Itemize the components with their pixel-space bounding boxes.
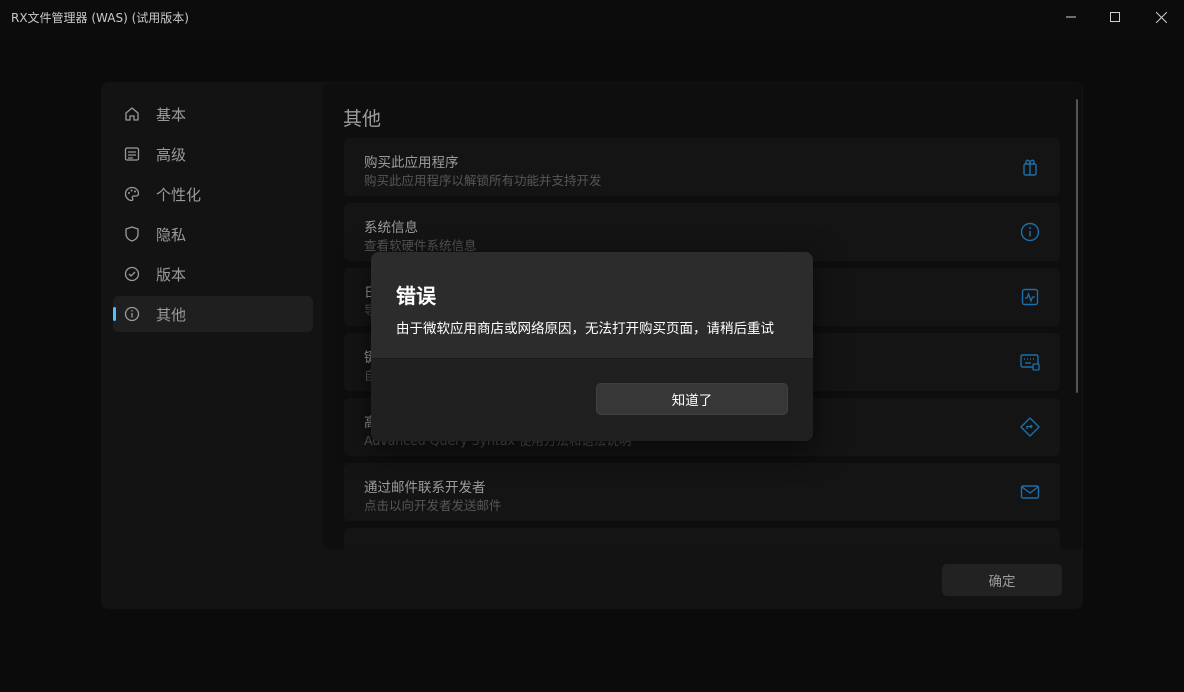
error-dialog: 错误 由于微软应用商店或网络原因，无法打开购买页面，请稍后重试 知道了 <box>371 252 813 441</box>
nav-item-basic[interactable]: 基本 <box>113 96 313 132</box>
maximize-button[interactable] <box>1092 0 1138 34</box>
card-partial <box>344 528 1060 549</box>
nav-item-version[interactable]: 版本 <box>113 256 313 292</box>
close-icon <box>1155 11 1167 23</box>
nav-item-label: 其他 <box>156 306 187 324</box>
purchase-card[interactable]: 购买此应用程序 购买此应用程序以解锁所有功能并支持开发 <box>344 138 1060 196</box>
error-dialog-message: 由于微软应用商店或网络原因，无法打开购买页面，请稍后重试 <box>396 321 774 337</box>
card-subtitle: 购买此应用程序以解锁所有功能并支持开发 <box>364 173 602 188</box>
confirm-button[interactable]: 确定 <box>942 564 1062 596</box>
title-bar: RX文件管理器 (WAS) (试用版本) <box>0 0 1184 34</box>
window-title: RX文件管理器 (WAS) (试用版本) <box>11 11 189 25</box>
nav-item-personalize[interactable]: 个性化 <box>113 176 313 212</box>
selection-indicator <box>113 307 116 321</box>
nav-item-label: 个性化 <box>156 186 202 204</box>
card-title: 系统信息 <box>364 220 418 236</box>
card-title: 通过邮件联系开发者 <box>364 480 486 496</box>
directions-icon <box>1020 417 1040 437</box>
card-title: 购买此应用程序 <box>364 155 459 171</box>
info-icon <box>124 306 140 322</box>
contact-developer-card[interactable]: 通过邮件联系开发者 点击以向开发者发送邮件 <box>344 463 1060 521</box>
info-icon <box>1020 222 1040 242</box>
shield-icon <box>125 226 139 242</box>
page-title: 其他 <box>343 108 382 130</box>
keyboard-icon <box>1020 354 1040 371</box>
error-dialog-body: 错误 由于微软应用商店或网络原因，无法打开购买页面，请稍后重试 <box>371 252 813 358</box>
maximize-icon <box>1110 12 1120 22</box>
nav-item-label: 隐私 <box>156 226 187 244</box>
nav-item-advanced[interactable]: 高级 <box>113 136 313 172</box>
check-circle-icon <box>124 266 140 282</box>
acknowledge-button[interactable]: 知道了 <box>596 383 788 415</box>
nav-item-label: 基本 <box>156 106 187 124</box>
nav-item-label: 版本 <box>156 266 187 284</box>
advanced-settings-icon <box>124 147 140 161</box>
activity-icon <box>1021 288 1039 306</box>
nav-item-other[interactable]: 其他 <box>113 296 313 332</box>
mail-icon <box>1020 485 1040 499</box>
gift-icon <box>1023 159 1037 176</box>
settings-nav: 基本 高级 个性化 隐私 版本 其他 <box>113 96 313 336</box>
scrollbar[interactable] <box>1076 99 1078 393</box>
minimize-icon <box>1066 16 1076 18</box>
nav-item-label: 高级 <box>156 146 187 164</box>
close-button[interactable] <box>1138 0 1184 34</box>
palette-icon <box>124 186 140 202</box>
nav-item-privacy[interactable]: 隐私 <box>113 216 313 252</box>
minimize-button[interactable] <box>1048 0 1094 34</box>
card-subtitle: 点击以向开发者发送邮件 <box>364 498 502 513</box>
home-icon <box>125 107 139 121</box>
error-dialog-title: 错误 <box>396 284 436 308</box>
